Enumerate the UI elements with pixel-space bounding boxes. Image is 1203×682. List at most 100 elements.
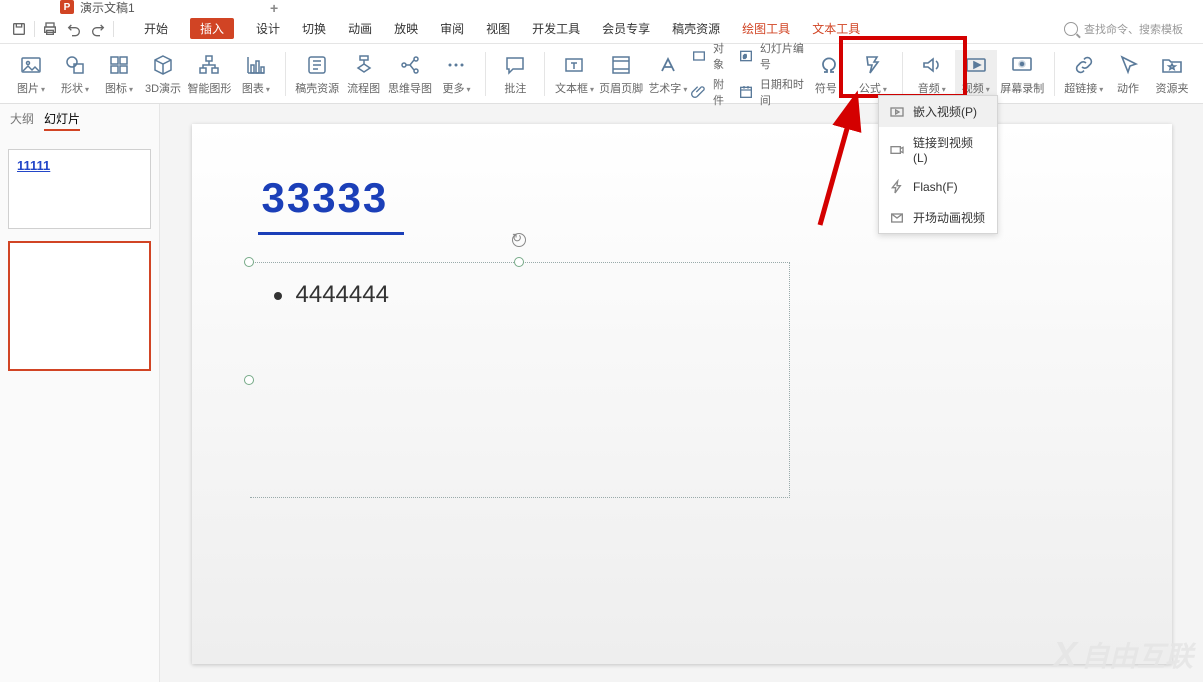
headerfooter-icon xyxy=(609,52,633,78)
search-placeholder: 查找命令、搜索模板 xyxy=(1084,21,1183,37)
menu-view[interactable]: 视图 xyxy=(486,20,510,37)
insert-more[interactable]: 更多 xyxy=(435,50,477,98)
label: 页眉页脚 xyxy=(599,80,643,96)
menu-devtools[interactable]: 开发工具 xyxy=(532,20,580,37)
tab-outline[interactable]: 大纲 xyxy=(10,110,34,131)
canvas-area[interactable]: 33333 4444444 xyxy=(160,104,1203,682)
label: 思维导图 xyxy=(388,80,432,96)
label: 嵌入视频(P) xyxy=(913,103,977,120)
menu-transition[interactable]: 切换 xyxy=(302,20,326,37)
insert-inline-group-2: # 幻灯片编号 日期和时间 xyxy=(738,40,806,108)
insert-screenrec[interactable]: 屏幕录制 xyxy=(999,50,1046,98)
menu-slideshow[interactable]: 放映 xyxy=(394,20,418,37)
docer-icon xyxy=(305,52,329,78)
insert-shapes[interactable]: 形状 xyxy=(54,50,96,98)
insert-datetime[interactable]: 日期和时间 xyxy=(738,76,806,108)
insert-flowchart[interactable]: 流程图 xyxy=(343,50,385,98)
rotate-handle[interactable] xyxy=(512,233,526,247)
tab-slides[interactable]: 幻灯片 xyxy=(44,110,80,131)
bullet-icon xyxy=(274,292,282,300)
menu-docer[interactable]: 稿壳资源 xyxy=(672,20,720,37)
context-menu-text[interactable]: 文本工具 xyxy=(812,20,860,37)
label: 资源夹 xyxy=(1156,80,1189,96)
insert-attachment[interactable]: 附件 xyxy=(691,76,730,108)
annotation-box xyxy=(839,36,967,98)
calendar-icon xyxy=(738,84,754,100)
insert-picture[interactable]: 图片 xyxy=(10,50,52,98)
insert-chart[interactable]: 图表 xyxy=(235,50,277,98)
print-icon[interactable] xyxy=(41,20,59,38)
top-mid-handle[interactable] xyxy=(514,257,524,267)
watermark-x-icon: X xyxy=(1053,634,1073,676)
insert-textbox[interactable]: 文本框 xyxy=(553,50,595,98)
label: 图标 xyxy=(105,80,133,96)
insert-mindmap[interactable]: 思维导图 xyxy=(387,50,434,98)
bullet-line[interactable]: 4444444 xyxy=(250,263,789,309)
insert-resourcefolder[interactable]: 资源夹 xyxy=(1151,50,1193,98)
top-left-handle[interactable] xyxy=(244,257,254,267)
workspace: 大纲 幻灯片 11111 33333 4444444 xyxy=(0,104,1203,682)
insert-headerfooter[interactable]: 页眉页脚 xyxy=(598,50,645,98)
object-icon xyxy=(691,48,707,64)
menu-design[interactable]: 设计 xyxy=(256,20,280,37)
insert-slidenum[interactable]: # 幻灯片编号 xyxy=(738,40,806,72)
insert-docer[interactable]: 稿壳资源 xyxy=(294,50,341,98)
menu-member[interactable]: 会员专享 xyxy=(602,20,650,37)
menu-animation[interactable]: 动画 xyxy=(348,20,372,37)
file-tab-title: 演示文稿1 xyxy=(80,0,135,16)
star-folder-icon xyxy=(1160,52,1184,78)
more-icon xyxy=(444,52,468,78)
save-icon[interactable] xyxy=(10,20,28,38)
label: 3D演示 xyxy=(145,80,181,96)
redo-icon[interactable] xyxy=(89,20,107,38)
picture-icon xyxy=(19,52,43,78)
link-video-icon xyxy=(889,142,905,158)
context-menu-draw[interactable]: 绘图工具 xyxy=(742,20,790,37)
mid-left-handle[interactable] xyxy=(244,375,254,385)
menu-start[interactable]: 开始 xyxy=(144,20,168,37)
flowchart-icon xyxy=(352,52,376,78)
dropdown-item-flash[interactable]: Flash(F) xyxy=(879,172,997,202)
slide-thumb-1[interactable]: 11111 xyxy=(8,149,151,229)
slide[interactable]: 33333 4444444 xyxy=(192,124,1172,664)
insert-3d[interactable]: 3D演示 xyxy=(142,50,184,98)
menu-insert[interactable]: 插入 xyxy=(190,18,234,39)
intro-video-icon xyxy=(889,210,905,226)
thumb-title: 11111 xyxy=(17,158,142,173)
slide-title[interactable]: 33333 xyxy=(262,174,389,222)
embed-video-icon xyxy=(889,104,905,120)
content-textbox[interactable]: 4444444 xyxy=(250,262,790,498)
insert-comment[interactable]: 批注 xyxy=(494,50,536,98)
file-tab[interactable]: P 演示文稿1 xyxy=(0,0,145,16)
screenrec-icon xyxy=(1010,52,1034,78)
link-icon xyxy=(1072,52,1096,78)
insert-icon[interactable]: 图标 xyxy=(98,50,140,98)
undo-icon[interactable] xyxy=(65,20,83,38)
label: 稿壳资源 xyxy=(295,80,339,96)
menu-review[interactable]: 审阅 xyxy=(440,20,464,37)
label: 图片 xyxy=(17,80,45,96)
slide-thumb-2[interactable] xyxy=(8,241,151,371)
cursor-icon xyxy=(1116,52,1140,78)
smartart-icon xyxy=(197,52,221,78)
wordart-icon xyxy=(656,52,680,78)
insert-smartart[interactable]: 智能图形 xyxy=(186,50,233,98)
dropdown-item-embed[interactable]: 嵌入视频(P) xyxy=(879,96,997,127)
separator xyxy=(544,52,545,96)
separator xyxy=(1054,52,1055,96)
icon-lib-icon xyxy=(107,52,131,78)
shapes-icon xyxy=(63,52,87,78)
svg-text:#: # xyxy=(743,54,746,60)
dropdown-item-link[interactable]: 链接到视频(L) xyxy=(879,127,997,172)
insert-wordart[interactable]: 艺术字 xyxy=(647,50,689,98)
insert-inline-group-1: 对象 附件 xyxy=(691,40,730,108)
new-tab-button[interactable]: + xyxy=(270,0,278,16)
dropdown-item-intro[interactable]: 开场动画视频 xyxy=(879,202,997,233)
comment-icon xyxy=(503,52,527,78)
search-area[interactable]: 查找命令、搜索模板 xyxy=(1064,21,1203,37)
insert-action[interactable]: 动作 xyxy=(1107,50,1149,98)
insert-hyperlink[interactable]: 超链接 xyxy=(1063,50,1105,98)
slide-title-underline xyxy=(258,232,404,235)
insert-object[interactable]: 对象 xyxy=(691,40,730,72)
label: 幻灯片编号 xyxy=(760,40,806,72)
